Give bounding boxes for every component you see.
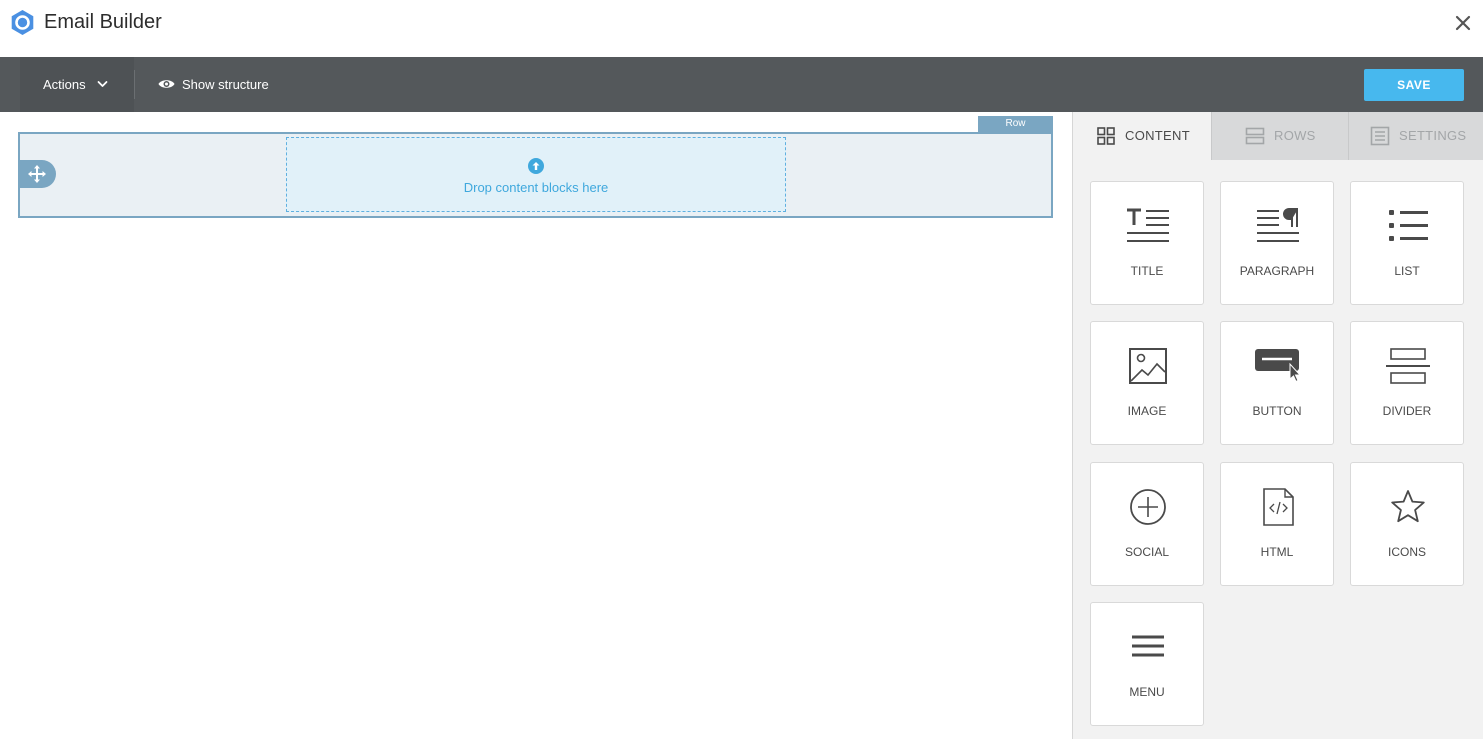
block-button-label: BUTTON [1252, 404, 1302, 418]
menu-icon [1132, 635, 1164, 657]
row-move-handle[interactable] [18, 160, 56, 188]
grid-icon [1097, 127, 1115, 145]
drop-zone-text: Drop content blocks here [463, 180, 609, 195]
block-icons-label: ICONS [1387, 545, 1426, 559]
block-divider[interactable]: DIVIDER [1350, 321, 1464, 445]
save-button[interactable]: SAVE [1364, 69, 1464, 101]
chevron-down-icon [97, 81, 108, 87]
block-button[interactable]: BUTTON [1220, 321, 1334, 445]
block-title-label: TITLE [1130, 264, 1164, 278]
close-icon[interactable] [1450, 10, 1476, 36]
block-html-label: HTML [1260, 545, 1294, 559]
drop-zone[interactable]: Drop content blocks here [286, 137, 786, 212]
block-html[interactable]: HTML [1220, 462, 1334, 586]
block-divider-label: DIVIDER [1382, 404, 1432, 418]
upload-arrow-icon [528, 158, 544, 174]
list-icon [1389, 210, 1428, 241]
rows-icon [1245, 127, 1265, 145]
button-icon [1255, 349, 1302, 383]
block-paragraph-label: PARAGRAPH [1239, 264, 1315, 278]
toolbar-divider [134, 70, 135, 99]
toolbar: Actions Show structure SAVE [0, 57, 1483, 112]
block-icons[interactable]: ICONS [1350, 462, 1464, 586]
block-menu-label: MENU [1129, 685, 1165, 699]
block-list-label: LIST [1394, 264, 1420, 278]
sidebar: CONTENT ROWS SETTINGS TITLE PARAGRAPH LI… [1072, 112, 1483, 739]
tab-rows-label: ROWS [1274, 128, 1316, 143]
move-arrows-icon [28, 165, 46, 183]
social-icon [1130, 489, 1166, 525]
image-icon [1129, 348, 1167, 384]
tab-content[interactable]: CONTENT [1073, 112, 1211, 160]
show-structure-label: Show structure [182, 77, 269, 92]
app-title: Email Builder [44, 11, 162, 33]
app-logo-icon [11, 10, 34, 35]
title-icon [1127, 208, 1169, 242]
tab-content-label: CONTENT [1125, 128, 1190, 143]
paragraph-icon [1257, 208, 1299, 242]
divider-icon [1386, 348, 1430, 384]
eye-icon [158, 80, 175, 88]
block-image-label: IMAGE [1127, 404, 1167, 418]
actions-dropdown[interactable]: Actions [20, 57, 134, 112]
block-image[interactable]: IMAGE [1090, 321, 1204, 445]
block-paragraph[interactable]: PARAGRAPH [1220, 181, 1334, 305]
block-title[interactable]: TITLE [1090, 181, 1204, 305]
star-icon [1391, 490, 1425, 523]
title-bar: Email Builder [0, 0, 1483, 57]
tab-settings-label: SETTINGS [1399, 128, 1467, 143]
block-social[interactable]: SOCIAL [1090, 462, 1204, 586]
actions-label: Actions [43, 77, 86, 92]
html-icon [1263, 488, 1294, 526]
settings-icon [1370, 126, 1390, 146]
block-social-label: SOCIAL [1124, 545, 1169, 559]
tab-settings[interactable]: SETTINGS [1348, 112, 1483, 160]
block-menu[interactable]: MENU [1090, 602, 1204, 726]
tab-rows[interactable]: ROWS [1211, 112, 1348, 160]
block-list[interactable]: LIST [1350, 181, 1464, 305]
row-tag[interactable]: Row [978, 116, 1053, 132]
